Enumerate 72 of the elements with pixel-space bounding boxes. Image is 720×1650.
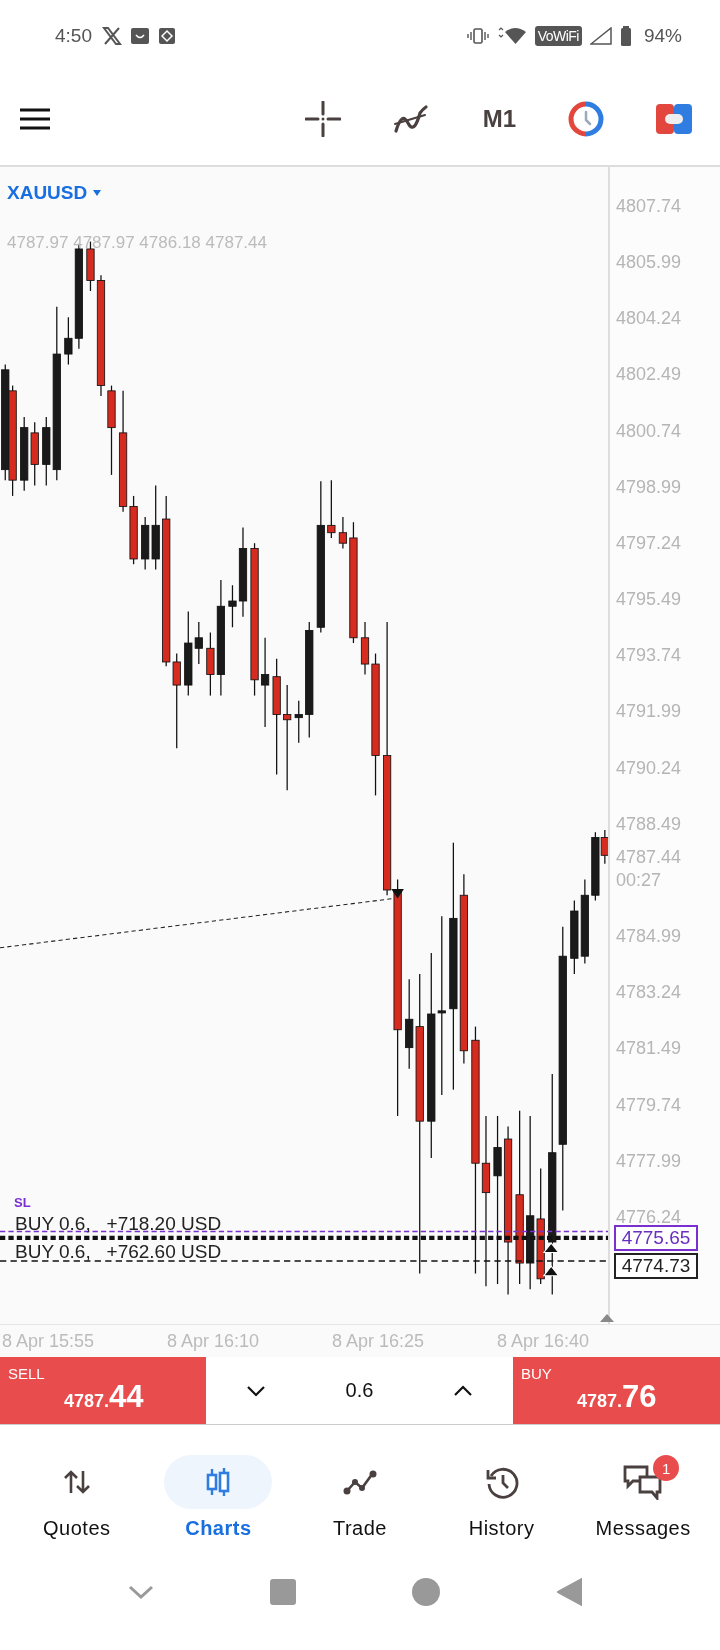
nav-tab[interactable]: Quotes (43, 1517, 111, 1540)
unread-badge: 1 (653, 1455, 680, 1481)
price-label: 4807.74 (616, 196, 682, 217)
price-label: 4798.99 (616, 476, 682, 498)
x-logo-icon (102, 27, 122, 45)
price-label: 4777.99 (616, 1150, 682, 1172)
up-down-arrows-icon (62, 1469, 91, 1495)
nav-icon-background[interactable]: 1 (589, 1455, 698, 1509)
price-tag: 4775.65 (614, 1225, 698, 1251)
sell-button[interactable]: SELL 4787.44 (0, 1357, 206, 1424)
ohlc-values: 4787.97 4787.97 4786.18 4787.44 (7, 233, 267, 253)
home-icon[interactable] (412, 1577, 440, 1606)
price-label: 4776.24 (616, 1206, 682, 1228)
battery-icon (619, 26, 632, 46)
nav-tab[interactable]: Trade (332, 1517, 387, 1540)
vowifi-badge: VoWiFi (534, 26, 582, 46)
position-label: BUY 0.6, +718.20 USD (15, 1213, 222, 1235)
price-label: 4802.49 (616, 364, 682, 386)
price-label: 4783.24 (616, 982, 682, 1004)
clock-circle-icon[interactable] (568, 100, 604, 137)
candle (327, 479, 336, 539)
price-label: 4804.24 (616, 308, 682, 330)
nav-tab[interactable]: Charts (185, 1517, 252, 1540)
scroll-end-icon[interactable] (600, 1314, 614, 1322)
price-label: 4797.24 (616, 532, 682, 554)
price-label: 4790.24 (616, 757, 682, 779)
status-time: 4:50 (55, 25, 92, 47)
decrease-volume-icon[interactable] (245, 1384, 266, 1397)
history-icon (484, 1465, 519, 1499)
candle (294, 700, 303, 744)
position-label: BUY 0.6, +762.60 USD (15, 1241, 222, 1263)
symbol-selector[interactable]: XAUUSD (7, 182, 102, 204)
price-label: 4791.99 (616, 701, 682, 723)
vibrate-icon (466, 28, 489, 44)
candle (30, 421, 39, 487)
price-label: 4805.99 (616, 252, 682, 274)
price-label: 4800.74 (616, 420, 682, 442)
shopping-bag-icon (130, 26, 150, 46)
buy-arrow-icon (542, 1242, 560, 1254)
price-label: 4779.74 (616, 1094, 682, 1116)
price-label: 4793.74 (616, 645, 682, 667)
line-chart-icon (343, 1469, 377, 1495)
price-label: 4781.49 (616, 1038, 682, 1060)
stop-loss-label: SL (14, 1195, 31, 1210)
sell-arrow-icon (391, 888, 404, 899)
buy-button[interactable]: BUY 4787.76 (513, 1357, 720, 1424)
crosshair-icon[interactable] (304, 100, 341, 137)
collapse-icon[interactable] (128, 1583, 154, 1600)
price-label: 4784.99 (616, 926, 682, 948)
recents-icon[interactable] (270, 1578, 296, 1605)
price-label: 4795.49 (616, 589, 682, 611)
time-label: 8 Apr 16:40 (497, 1330, 591, 1352)
current-price-label: 4787.44 (616, 847, 682, 868)
time-label: 8 Apr 16:10 (167, 1330, 261, 1352)
buy-arrow-icon (542, 1265, 560, 1277)
price-tag: 4774.73 (614, 1253, 698, 1279)
wifi-icon (496, 27, 527, 45)
nav-tab[interactable]: History (468, 1517, 535, 1540)
signal-icon (589, 27, 612, 45)
timeframe-button[interactable]: M1 (482, 104, 516, 133)
volume-value[interactable]: 0.6 (345, 1379, 374, 1402)
candle-countdown: 00:27 (616, 870, 662, 891)
nav-tab[interactable]: Messages (595, 1517, 691, 1540)
increase-volume-icon[interactable] (453, 1384, 474, 1397)
one-click-trading-icon[interactable] (656, 103, 692, 134)
menu-icon[interactable] (19, 106, 51, 131)
time-label: 8 Apr 15:55 (2, 1330, 96, 1352)
time-label: 8 Apr 16:25 (332, 1330, 426, 1352)
back-icon[interactable] (556, 1577, 582, 1606)
app-notification-icon (158, 27, 176, 45)
battery-percent: 94% (643, 25, 682, 47)
price-label: 4788.49 (616, 813, 682, 835)
